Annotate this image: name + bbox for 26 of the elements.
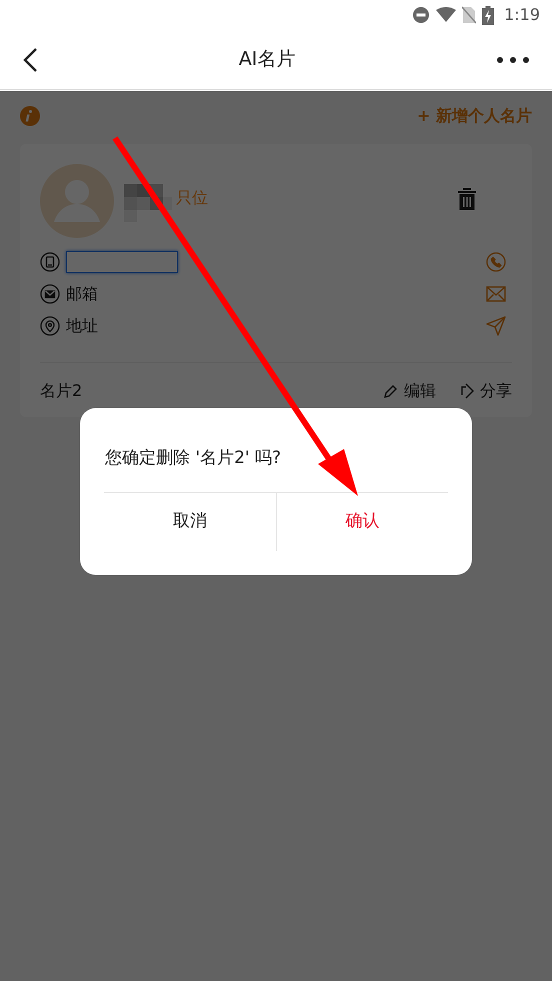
card-name: 名片2	[40, 380, 82, 402]
avatar-icon	[40, 164, 114, 238]
phone-field[interactable]	[66, 251, 178, 273]
phone-icon	[40, 252, 60, 272]
more-icon[interactable]	[496, 56, 530, 64]
add-card-link[interactable]: + 新增个人名片	[417, 104, 532, 128]
phone-icon[interactable]	[486, 252, 506, 272]
contact-label: 地址	[66, 315, 98, 337]
card-action-button[interactable]: 分享	[458, 379, 512, 403]
page-title: AI名片	[238, 47, 296, 72]
battery-charging-icon	[482, 6, 494, 24]
no-sim-icon	[462, 6, 476, 24]
dialog-message: 您确定删除 '名片2' 吗?	[104, 447, 282, 470]
wifi-icon	[436, 7, 456, 23]
back-icon[interactable]	[22, 46, 38, 72]
mail-icon[interactable]	[486, 286, 506, 302]
location-pin-icon	[40, 316, 60, 336]
status-time: 1:19	[504, 4, 540, 26]
card-action-button[interactable]: 编辑	[384, 379, 436, 403]
trash-icon[interactable]	[458, 188, 476, 210]
contact-label: 邮箱	[66, 283, 98, 305]
mail-icon	[40, 284, 60, 304]
navigation-arrow-icon[interactable]	[486, 316, 506, 336]
info-icon[interactable]	[20, 106, 40, 126]
do-not-disturb-icon	[412, 6, 430, 24]
pencil-icon	[384, 384, 398, 398]
